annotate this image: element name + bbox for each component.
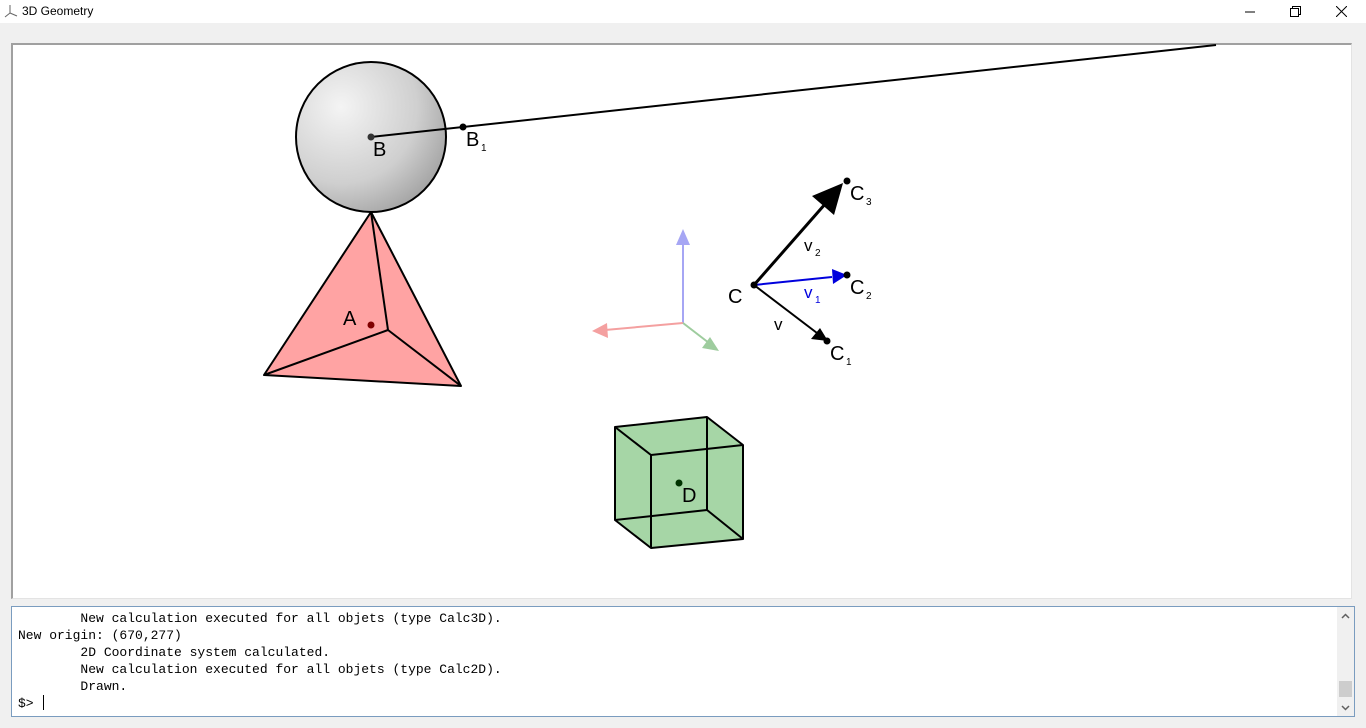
- drawing-canvas[interactable]: B B 1 A C C 3 C 2 C 1 v 2 v 1 v D: [11, 43, 1352, 599]
- scroll-up-button[interactable]: [1337, 607, 1354, 624]
- label-b: B: [373, 139, 386, 161]
- sphere-b: [295, 44, 1217, 213]
- scroll-thumb[interactable]: [1339, 681, 1352, 697]
- chevron-up-icon: [1341, 612, 1350, 619]
- label-c3-sub: 3: [866, 197, 872, 208]
- label-c2-sub: 2: [866, 291, 872, 302]
- label-v1-sub: 1: [815, 295, 821, 306]
- label-c2: C: [850, 277, 864, 299]
- label-c: C: [728, 286, 742, 308]
- console-output[interactable]: New calculation executed for all objets …: [11, 606, 1355, 717]
- coordinate-axes: [592, 229, 719, 351]
- label-a: A: [343, 308, 357, 330]
- label-v2-sub: 2: [815, 248, 821, 259]
- label-c3: C: [850, 183, 864, 205]
- label-v1: v: [804, 283, 813, 302]
- label-v2: v: [804, 236, 813, 255]
- vector-v1: [753, 269, 851, 286]
- console-input[interactable]: $>: [18, 695, 45, 712]
- console-line: New calculation executed for all objets …: [18, 662, 502, 677]
- vector-v2: [752, 177, 851, 286]
- point-c: [750, 281, 758, 289]
- label-c1: C: [830, 343, 844, 365]
- label-c1-sub: 1: [846, 357, 852, 368]
- label-b1-sub: 1: [481, 143, 487, 154]
- console-line: New calculation executed for all objets …: [18, 611, 502, 626]
- label-v: v: [774, 315, 783, 334]
- console-log: New calculation executed for all objets …: [18, 610, 502, 695]
- console-line: Drawn.: [18, 679, 128, 694]
- vector-v: [753, 284, 831, 345]
- console-line: 2D Coordinate system calculated.: [18, 645, 331, 660]
- cube-d: [614, 416, 744, 549]
- scroll-down-button[interactable]: [1337, 699, 1354, 716]
- tetrahedron-a: [263, 211, 462, 387]
- chevron-down-icon: [1341, 704, 1350, 711]
- console-prompt: $>: [18, 696, 34, 711]
- label-d: D: [682, 485, 696, 507]
- console-line: New origin: (670,277): [18, 628, 182, 643]
- console-scrollbar[interactable]: [1337, 607, 1354, 716]
- text-caret: [43, 695, 45, 710]
- label-b1: B: [466, 129, 479, 151]
